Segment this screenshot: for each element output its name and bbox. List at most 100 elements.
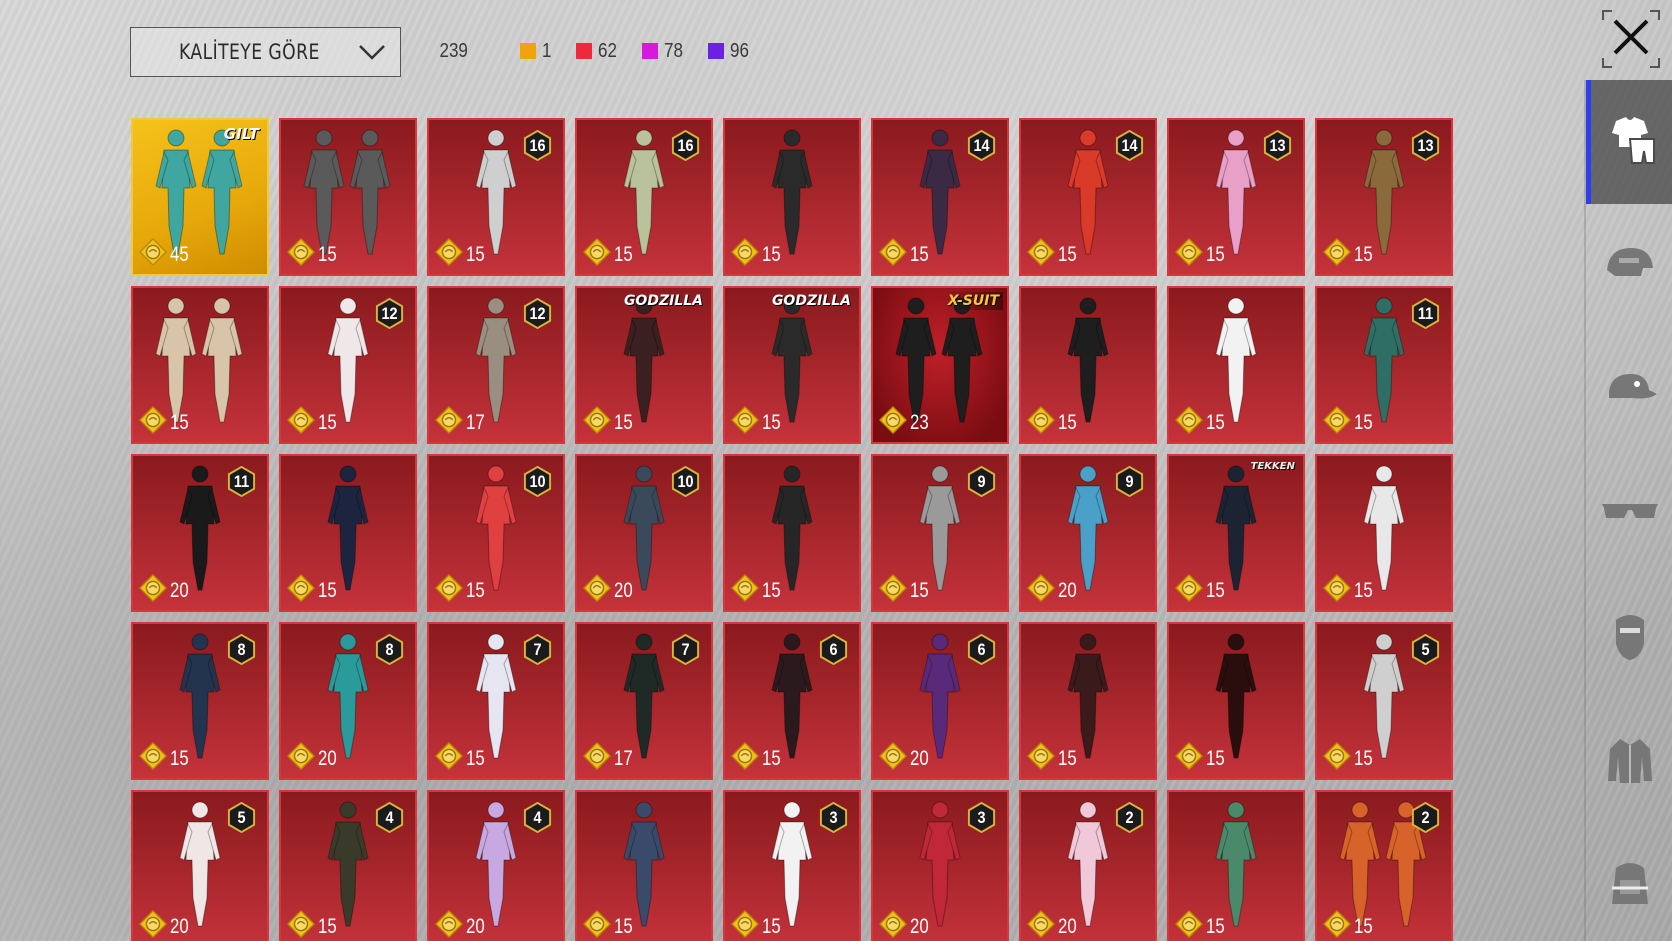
price-value: 15 [1354,578,1373,602]
level-badge-value: 12 [381,303,398,323]
level-badge-value: 14 [1121,135,1138,155]
outfit-card[interactable]: 2 15 [1315,790,1453,941]
coin-icon [730,909,760,941]
outfit-card[interactable]: 5 15 [1315,622,1453,780]
coin-icon [1026,573,1056,607]
price: 15 [730,741,785,775]
outfit-card[interactable]: 15 [279,454,417,612]
price-value: 15 [318,242,337,266]
outfit-card[interactable]: 13 15 [1167,118,1305,276]
level-badge: 12 [374,297,405,330]
close-button[interactable] [1602,10,1660,68]
level-badge-value: 7 [533,639,542,659]
sidebar-item-jackets[interactable] [1586,700,1672,824]
outfit-card[interactable]: 8 20 [279,622,417,780]
sidebar-item-hats[interactable] [1586,328,1672,452]
tier-swatch [575,43,592,59]
outfit-card[interactable]: 3 15 [723,790,861,941]
price-value: 15 [1058,242,1077,266]
outfit-card[interactable]: 15 [131,286,269,444]
price: 20 [878,909,933,941]
tier-count-value: 78 [663,39,683,62]
outfit-card[interactable]: 15 [1019,622,1157,780]
outfit-card[interactable]: 3 20 [871,790,1009,941]
level-badge-value: 12 [529,303,546,323]
outfit-card[interactable]: 15 [1167,790,1305,941]
outfit-card[interactable]: 11 20 [131,454,269,612]
outfit-card[interactable]: 6 15 [723,622,861,780]
outfit-card[interactable]: 15 [723,118,861,276]
outfit-card[interactable]: 15 [723,454,861,612]
level-badge: 6 [966,633,997,666]
outfit-card[interactable]: 13 15 [1315,118,1453,276]
outfit-card[interactable]: 12 17 [427,286,565,444]
outfit-card[interactable]: 15 [575,790,713,941]
outfit-card[interactable]: 5 20 [131,790,269,941]
price: 20 [138,573,193,607]
price-value: 15 [910,578,929,602]
level-badge: 14 [1114,129,1145,162]
price: 15 [1026,405,1081,439]
level-badge: 2 [1410,801,1441,834]
coin-icon [1026,405,1056,439]
coin-icon [1026,909,1056,941]
outfit-card[interactable]: 7 15 [427,622,565,780]
sort-dropdown[interactable]: KALİTEYE GÖRE [130,27,401,77]
outfit-card[interactable]: 4 20 [427,790,565,941]
level-badge: 4 [522,801,553,834]
coin-icon [878,909,908,941]
sidebar-item-outfits[interactable] [1586,80,1672,204]
sidebar-item-helmets[interactable] [1586,204,1672,328]
outfit-card[interactable]: 4 15 [279,790,417,941]
outfit-card[interactable]: 15 [1167,622,1305,780]
outfit-card[interactable]: 16 15 [427,118,565,276]
outfit-card[interactable]: 15 [279,118,417,276]
sidebar-item-eyewear[interactable] [1586,452,1672,576]
outfit-card[interactable]: 2 20 [1019,790,1157,941]
outfit-card[interactable]: 15 [1167,286,1305,444]
outfit-card[interactable]: GODZILLA 15 [723,286,861,444]
price-value: 15 [1354,410,1373,434]
level-badge-value: 4 [533,807,542,827]
outfit-card[interactable]: 12 15 [279,286,417,444]
outfit-card[interactable]: TEKKEN 15 [1167,454,1305,612]
outfit-card[interactable]: 9 20 [1019,454,1157,612]
price-value: 15 [1206,746,1225,770]
sidebar-item-masks[interactable] [1586,576,1672,700]
price: 15 [1026,237,1081,271]
tier-count-pink: 78 [641,39,686,63]
coin-icon [1026,741,1056,775]
coin-icon [730,573,760,607]
sidebar-item-backpacks[interactable] [1586,824,1672,941]
outfit-card[interactable]: 10 15 [427,454,565,612]
outfit-card[interactable]: 14 15 [1019,118,1157,276]
outfit-card[interactable]: 8 15 [131,622,269,780]
level-badge: 7 [522,633,553,666]
level-badge: 14 [966,129,997,162]
tier-swatch [641,43,658,59]
outfit-card[interactable]: 11 15 [1315,286,1453,444]
price: 15 [1322,741,1377,775]
outfit-card[interactable]: 9 15 [871,454,1009,612]
price-value: 15 [762,242,781,266]
outfit-card[interactable]: 15 [1315,454,1453,612]
price-value: 15 [910,242,929,266]
price: 15 [434,741,489,775]
price-value: 15 [614,242,633,266]
coin-icon [286,741,316,775]
outfit-card[interactable]: 16 15 [575,118,713,276]
outfit-card[interactable]: GILT 45 [131,118,269,276]
price-value: 20 [318,746,337,770]
level-badge: 9 [1114,465,1145,498]
price: 20 [1026,573,1081,607]
level-badge-value: 10 [677,471,694,491]
outfit-card[interactable]: X-SUIT 23 [871,286,1009,444]
outfit-card[interactable]: 14 15 [871,118,1009,276]
outfit-card[interactable]: 6 20 [871,622,1009,780]
outfit-card[interactable]: 7 17 [575,622,713,780]
outfit-card[interactable]: GODZILLA 15 [575,286,713,444]
outfit-card[interactable]: 10 20 [575,454,713,612]
glasses-icon [1600,500,1660,529]
outfit-card[interactable]: 15 [1019,286,1157,444]
level-badge-value: 4 [385,807,394,827]
